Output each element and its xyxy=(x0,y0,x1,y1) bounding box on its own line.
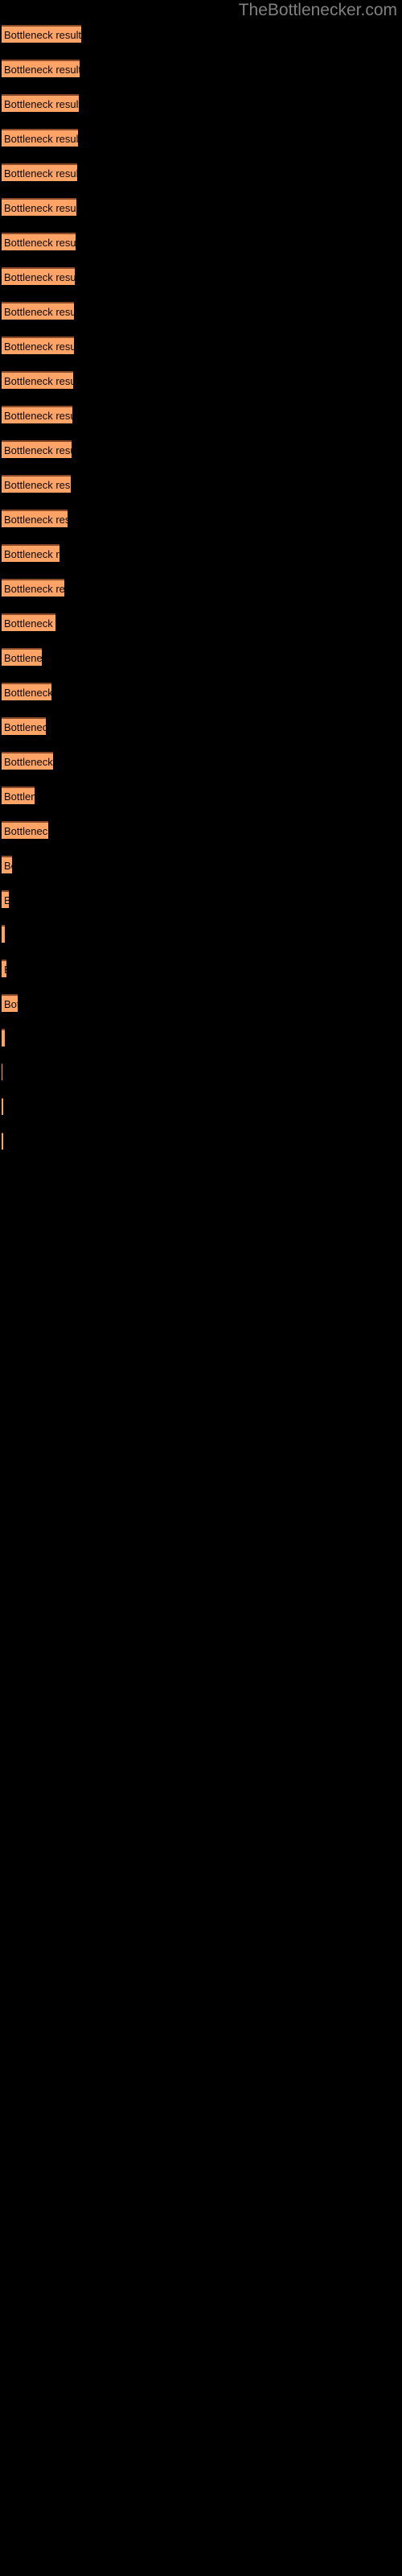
bar[interactable]: Bottleneck result xyxy=(2,198,76,216)
bar-label: Bottleneck result xyxy=(4,756,53,768)
bar[interactable]: Bottleneck result xyxy=(2,163,77,181)
bar[interactable]: Bottleneck result xyxy=(2,648,42,666)
bar-label: Bottleneck result xyxy=(4,479,71,491)
bar[interactable]: Bottleneck result xyxy=(2,267,75,285)
bar[interactable]: Bottleneck result xyxy=(2,856,12,873)
bar[interactable]: Bottleneck result xyxy=(2,475,71,493)
bar-label: Bottleneck result xyxy=(4,167,77,180)
bar[interactable]: Bottleneck result xyxy=(2,821,48,839)
bar[interactable]: Bottleneck result xyxy=(2,683,51,700)
bar[interactable]: Bottleneck result xyxy=(2,336,74,354)
bar[interactable]: Bottleneck result xyxy=(2,1098,3,1115)
bar[interactable]: Bottleneck result xyxy=(2,994,18,1012)
bar-label: Bottleneck result xyxy=(4,237,76,249)
bar-label: Bottleneck result xyxy=(4,893,9,908)
bar[interactable]: Bottleneck result xyxy=(2,233,76,250)
bar[interactable]: Bottleneck result xyxy=(2,579,64,597)
bar[interactable]: Bottleneck result xyxy=(2,1029,5,1046)
bar-label: Bottleneck result xyxy=(4,825,48,837)
bar-label: Bottleneck result xyxy=(4,64,80,76)
bar-label: Bottleneck result xyxy=(4,617,55,630)
bar[interactable]: Bottleneck result xyxy=(2,406,72,423)
bar-label: Bottleneck result xyxy=(4,687,51,699)
bar-label: Bottleneck result xyxy=(4,927,5,943)
bar[interactable]: Bottleneck result xyxy=(2,440,72,458)
bar[interactable]: Bottleneck result xyxy=(2,371,73,389)
bar-label: Bottleneck result xyxy=(4,98,79,110)
bar-label: Bottleneck result xyxy=(4,341,74,353)
bar[interactable]: Bottleneck result xyxy=(2,717,46,735)
bar-label: Bottleneck result xyxy=(4,583,64,595)
bar[interactable]: Bottleneck result xyxy=(2,960,6,977)
bar-label: Bottleneck result xyxy=(4,375,73,387)
bar[interactable]: Bottleneck result xyxy=(2,94,79,112)
bar-label: Bottleneck result xyxy=(4,410,72,422)
bottleneck-bar-chart: TheBottlenecker.com Bottleneck result Bot… xyxy=(0,0,402,2576)
bar-label: Bottleneck result xyxy=(4,133,78,145)
bar[interactable]: Bottleneck result xyxy=(2,25,81,43)
bar[interactable]: Bottleneck result xyxy=(2,510,68,527)
bar[interactable]: Bottleneck result xyxy=(2,752,53,770)
bar[interactable]: Bottleneck result xyxy=(2,925,5,943)
bar[interactable]: Bottleneck result xyxy=(2,613,55,631)
bar-label: Bottleneck result xyxy=(4,652,42,664)
bar[interactable]: Bottleneck result xyxy=(2,129,78,147)
bar-label: Bottleneck result xyxy=(4,1031,5,1046)
bar-label: Bottleneck result xyxy=(4,548,59,560)
bar-label: Bottleneck result xyxy=(4,306,74,318)
bar-label: Bottleneck result xyxy=(4,514,68,526)
bar-label: Bottleneck result xyxy=(4,721,46,733)
bar-label: Bottleneck result xyxy=(4,271,75,283)
bar-label: Bottleneck result xyxy=(4,962,6,977)
bar-label: Bottleneck result xyxy=(4,791,35,803)
bar-label: Bottleneck result xyxy=(4,998,18,1010)
bar[interactable]: Bottleneck result xyxy=(2,302,74,320)
bar[interactable]: Bottleneck result xyxy=(2,786,35,804)
plot-area: Bottleneck result Bottleneck result Bottle… xyxy=(0,0,402,2576)
bar-label: Bottleneck result xyxy=(4,202,76,214)
bar[interactable]: Bottleneck result xyxy=(2,60,80,77)
bar-label: Bottleneck result xyxy=(4,860,12,872)
bar[interactable]: Bottleneck result xyxy=(2,544,59,562)
bar[interactable]: Bottleneck result xyxy=(2,890,9,908)
bar[interactable]: Bottleneck result xyxy=(2,1133,3,1150)
bar-label: Bottleneck result xyxy=(4,444,72,456)
bar-label: Bottleneck result xyxy=(4,29,81,41)
